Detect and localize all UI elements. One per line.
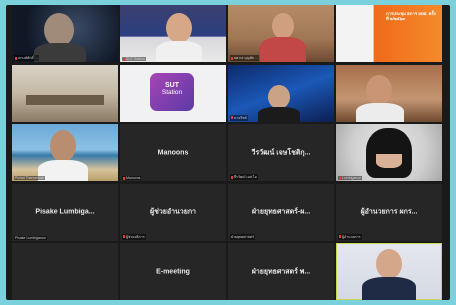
- mic-muted-icon: [231, 175, 233, 179]
- participant-tile[interactable]: Pichai Thanomsak: [12, 124, 118, 181]
- participant-display-name: Manoons: [157, 149, 189, 156]
- participant-tile[interactable]: SUT Station: [120, 64, 226, 122]
- participant-display-name: ผู้อำนวยการ ผกร...: [360, 208, 418, 216]
- participant-display-name: Pisake Lumbiga...: [35, 208, 95, 216]
- participant-name-label: Lumbiganon: [338, 176, 363, 180]
- participant-tile[interactable]: ณรงค์ศักดิ์ ...: [12, 5, 118, 62]
- mic-muted-icon: [15, 56, 17, 60]
- participant-tile[interactable]: การประชุม สภาฯ มทส. ครั้งที่ ๒/๒๕๖๓: [336, 5, 442, 62]
- participant-tile[interactable]: [12, 64, 118, 122]
- participant-tile[interactable]: [336, 64, 442, 122]
- participant-name-label: นายวิทย์: [230, 114, 248, 121]
- logo-line-1: SUT: [165, 81, 179, 89]
- participant-tile[interactable]: ฝ่ายยุทธศาสตร์-ผ... ฝ่ายยุทธศาสตร์: [228, 183, 334, 241]
- participant-name-label: Pichai Thanomsak: [14, 176, 45, 180]
- participant-name-label: Manoons: [122, 176, 142, 180]
- participant-name-label: ผู้ช่วยอธิการ: [122, 233, 146, 240]
- participant-face: [272, 13, 294, 39]
- participant-body: [34, 43, 86, 62]
- participant-tile[interactable]: E-meeting: [120, 243, 226, 300]
- participant-face: [376, 249, 402, 279]
- mic-muted-icon: [339, 176, 341, 180]
- participant-tile[interactable]: Manoons Manoons: [120, 124, 226, 181]
- participant-face: [44, 13, 74, 47]
- participant-tile[interactable]: นายวิทย์: [228, 64, 334, 122]
- participant-name-label: ฝ่ายยุทธศาสตร์: [230, 233, 256, 240]
- participant-tile[interactable]: ผู้อำนวยการ ผกร... ผู้อำนวยการ: [336, 183, 442, 241]
- participant-body: [156, 41, 202, 62]
- participant-tile[interactable]: [12, 243, 118, 300]
- participant-face: [166, 13, 192, 43]
- participant-tile[interactable]: ผศ.ดร.บุญชัย ...: [228, 5, 334, 62]
- participant-display-name: ฝ่ายยุทธศาสตร์-ผ...: [251, 208, 311, 216]
- participant-body: [258, 106, 300, 122]
- mic-muted-icon: [231, 116, 233, 120]
- participant-name-label: ธีรวัฒน์ เอส.ไอ: [230, 174, 258, 180]
- participant-tile[interactable]: ผู้ช่วยอำนวยกา ผู้ช่วยอธิการ: [120, 183, 226, 241]
- poster-text: การประชุม สภาฯ มทส. ครั้งที่ ๒/๒๕๖๓: [386, 11, 436, 22]
- mic-muted-icon: [123, 57, 125, 61]
- mic-muted-icon: [123, 176, 125, 180]
- participant-tile[interactable]: SUT Station: [120, 5, 226, 62]
- video-gallery-grid: ณรงค์ศักดิ์ ... SUT Station ผศ.ดร.บุญชัย…: [12, 5, 444, 300]
- participant-body: [356, 102, 404, 122]
- participant-face: [50, 130, 76, 162]
- batman-chin: [376, 154, 402, 168]
- meeting-table: [26, 94, 104, 105]
- participant-body: [38, 160, 88, 181]
- participant-name-label: ผู้อำนวยการ: [338, 233, 362, 240]
- participant-name-label: ผศ.ดร.บุญชัย ...: [230, 55, 259, 61]
- participant-tile[interactable]: วีรวัฒน์ เจษโชติกุ... ธีรวัฒน์ เอส.ไอ: [228, 124, 334, 181]
- logo-line-2: Station: [161, 89, 183, 97]
- participant-name-label: Pisake Lumbiganon: [14, 235, 47, 240]
- batman-avatar: [366, 128, 412, 178]
- participant-body: [260, 37, 306, 62]
- participant-name-label: SUT Station: [122, 57, 146, 61]
- mic-muted-icon: [231, 56, 233, 60]
- mic-muted-icon: [123, 235, 125, 239]
- participant-tile[interactable]: ฝ่ายยุทธศาสตร์ พ...: [228, 243, 334, 300]
- participant-display-name: ฝ่ายยุทธศาสตร์ พ...: [251, 268, 311, 275]
- sut-station-logo: SUT Station: [150, 72, 194, 111]
- participant-tile[interactable]: Lumbiganon: [336, 124, 442, 181]
- participant-body: [362, 277, 416, 300]
- participant-face: [366, 74, 392, 105]
- participant-display-name: E-meeting: [156, 268, 190, 275]
- participant-name-label: ณรงค์ศักดิ์ ...: [14, 55, 39, 61]
- mic-muted-icon: [339, 235, 341, 239]
- participant-display-name: วีรวัฒน์ เจษโชติกุ...: [251, 149, 311, 156]
- participant-face: [268, 84, 290, 109]
- participant-tile[interactable]: Pisake Lumbiga... Pisake Lumbiganon: [12, 183, 118, 241]
- active-speaker-tile[interactable]: [336, 243, 442, 300]
- participant-display-name: ผู้ช่วยอำนวยกา: [149, 208, 196, 216]
